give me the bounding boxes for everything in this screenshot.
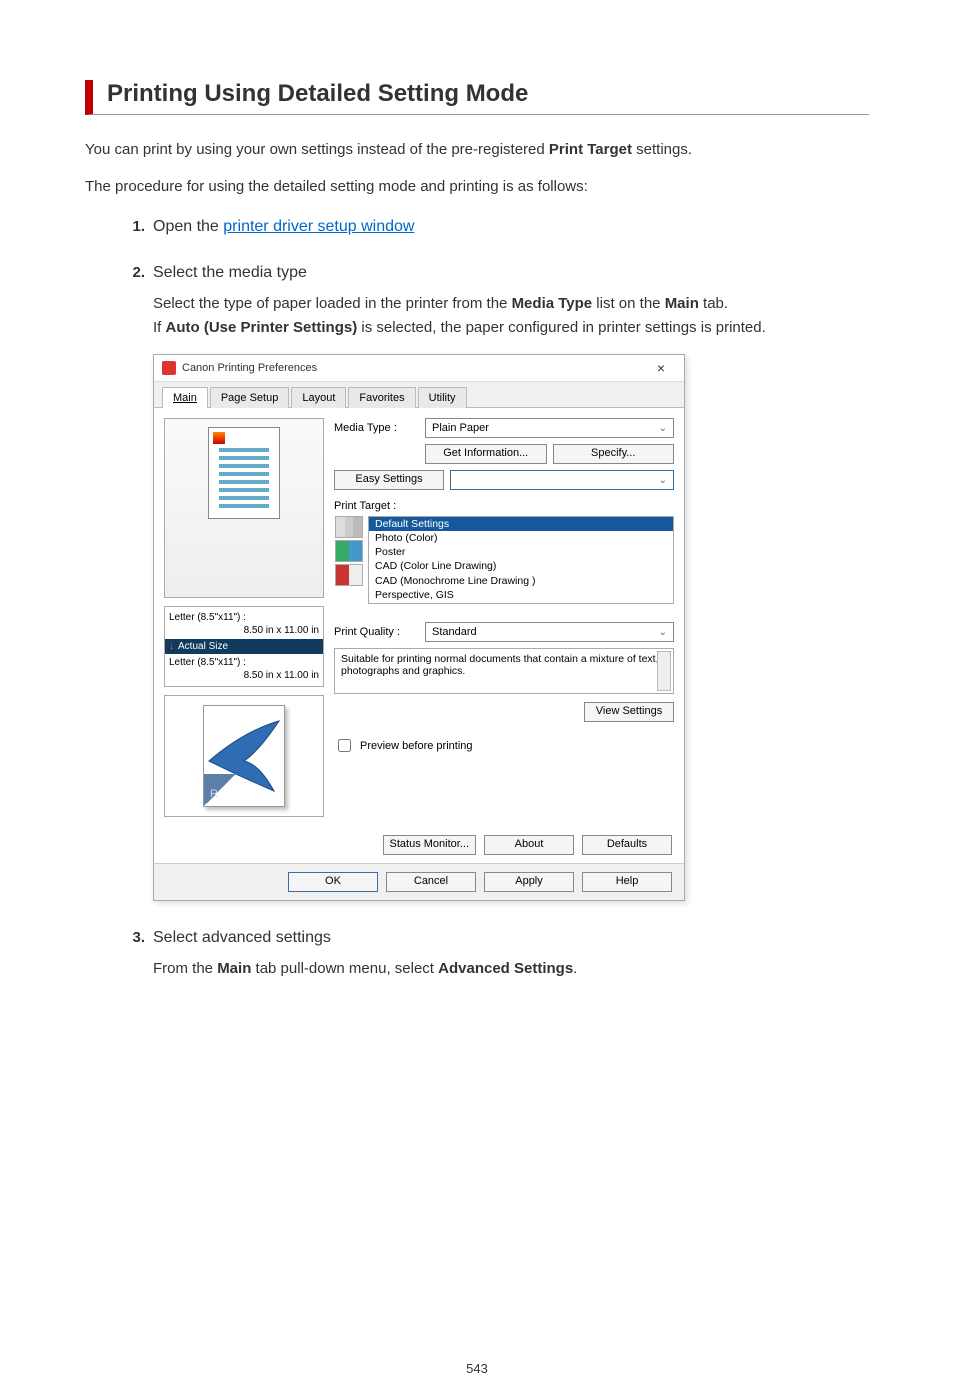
scrollbar[interactable] <box>657 651 671 691</box>
step-2: 2. Select the media type Select the type… <box>125 264 869 901</box>
text: Letter (8.5"x11") : <box>169 611 319 624</box>
intro-para-2: The procedure for using the detailed set… <box>85 176 869 199</box>
text-bold: Auto (Use Printer Settings) <box>166 319 358 336</box>
text: 8.50 in x 11.00 in <box>169 669 319 682</box>
dialog-titlebar: Canon Printing Preferences × <box>154 355 684 382</box>
step-1: 1. Open the printer driver setup window <box>125 218 869 236</box>
media-type-select[interactable]: Plain Paper ⌄ <box>425 418 674 438</box>
print-quality-select[interactable]: Standard ⌄ <box>425 622 674 642</box>
print-target-label: Print Target : <box>334 500 674 512</box>
preview-checkbox-label: Preview before printing <box>360 740 473 752</box>
select-value: Plain Paper <box>432 422 489 434</box>
text-bold: Media Type <box>512 295 593 312</box>
about-button[interactable]: About <box>484 835 574 855</box>
chevron-down-icon: ⌄ <box>659 475 667 486</box>
list-item[interactable]: CAD (Color Line Drawing) <box>369 559 673 573</box>
text: Letter (8.5"x11") : <box>169 656 319 669</box>
tab-favorites[interactable]: Favorites <box>348 387 415 408</box>
text: If <box>153 319 166 336</box>
list-item[interactable]: Perspective, GIS <box>369 588 673 602</box>
list-item[interactable]: Photo (Color) <box>369 531 673 545</box>
step-number: 1. <box>125 218 145 235</box>
easy-settings-button[interactable]: Easy Settings <box>334 470 444 490</box>
page-preview <box>164 418 324 598</box>
printing-preferences-dialog: Canon Printing Preferences × Main Page S… <box>153 354 685 901</box>
step-number: 3. <box>125 929 145 946</box>
cancel-button[interactable]: Cancel <box>386 872 476 892</box>
text-bold: Advanced Settings <box>438 960 573 977</box>
text: Actual Size <box>178 640 228 653</box>
print-target-list[interactable]: Default Settings Photo (Color) Poster CA… <box>368 516 674 604</box>
tab-main[interactable]: Main <box>162 387 208 408</box>
get-information-button[interactable]: Get Information... <box>425 444 547 464</box>
step-3: 3. Select advanced settings From the Mai… <box>125 929 869 981</box>
text: Suitable for printing normal documents t… <box>341 653 659 677</box>
help-button[interactable]: Help <box>582 872 672 892</box>
specify-button[interactable]: Specify... <box>553 444 675 464</box>
text: You can print by using your own settings… <box>85 141 549 158</box>
tab-label: Main <box>173 392 197 404</box>
text: tab pull-down menu, select <box>251 960 438 977</box>
page-number: 543 <box>85 1361 869 1376</box>
chevron-down-icon: ⌄ <box>659 423 667 434</box>
list-item-selected[interactable]: Default Settings <box>369 517 673 531</box>
dialog-title: Canon Printing Preferences <box>182 362 646 374</box>
step-title: Select the media type <box>153 264 307 282</box>
arrow-down-icon: ↓ <box>169 640 174 653</box>
media-type-label: Media Type : <box>334 422 419 434</box>
text: 8.50 in x 11.00 in <box>169 624 319 637</box>
printer-driver-link[interactable]: printer driver setup window <box>223 218 414 235</box>
step-title: Open the printer driver setup window <box>153 218 414 236</box>
step-title: Select advanced settings <box>153 929 331 947</box>
text-bold: Print Target <box>549 141 632 158</box>
print-quality-label: Print Quality : <box>334 626 419 638</box>
tab-page-setup[interactable]: Page Setup <box>210 387 290 408</box>
text: tab. <box>699 295 728 312</box>
text: . <box>573 960 577 977</box>
text: Open the <box>153 218 223 235</box>
print-target-thumbnails <box>334 516 364 614</box>
print-thumbnail: R <box>164 695 324 817</box>
select-value: Standard <box>432 626 477 638</box>
text-bold: Main <box>217 960 251 977</box>
text: From the <box>153 960 217 977</box>
tab-layout[interactable]: Layout <box>291 387 346 408</box>
page-title: Printing Using Detailed Setting Mode <box>107 80 869 114</box>
intro-para-1: You can print by using your own settings… <box>85 139 869 162</box>
text: is selected, the paper configured in pri… <box>357 319 766 336</box>
close-icon[interactable]: × <box>646 360 676 376</box>
mode-select[interactable]: ⌄ <box>450 470 674 490</box>
list-item[interactable]: Poster <box>369 545 673 559</box>
text: settings. <box>632 141 692 158</box>
text-bold: Main <box>665 295 699 312</box>
apply-button[interactable]: Apply <box>484 872 574 892</box>
description-box: Suitable for printing normal documents t… <box>334 648 674 694</box>
step-number: 2. <box>125 264 145 281</box>
view-settings-button[interactable]: View Settings <box>584 702 674 722</box>
list-item[interactable]: CAD (Monochrome Line Drawing ) <box>369 574 673 588</box>
app-icon <box>162 361 176 375</box>
tab-utility[interactable]: Utility <box>418 387 467 408</box>
actual-size-row: ↓ Actual Size <box>165 639 323 654</box>
chevron-down-icon: ⌄ <box>659 627 667 638</box>
defaults-button[interactable]: Defaults <box>582 835 672 855</box>
size-info: Letter (8.5"x11") : 8.50 in x 11.00 in ↓… <box>164 606 324 687</box>
status-monitor-button[interactable]: Status Monitor... <box>383 835 476 855</box>
text: list on the <box>592 295 665 312</box>
ok-button[interactable]: OK <box>288 872 378 892</box>
preview-checkbox[interactable] <box>338 739 351 752</box>
r-letter: R <box>210 788 218 800</box>
text: Select the type of paper loaded in the p… <box>153 295 512 312</box>
